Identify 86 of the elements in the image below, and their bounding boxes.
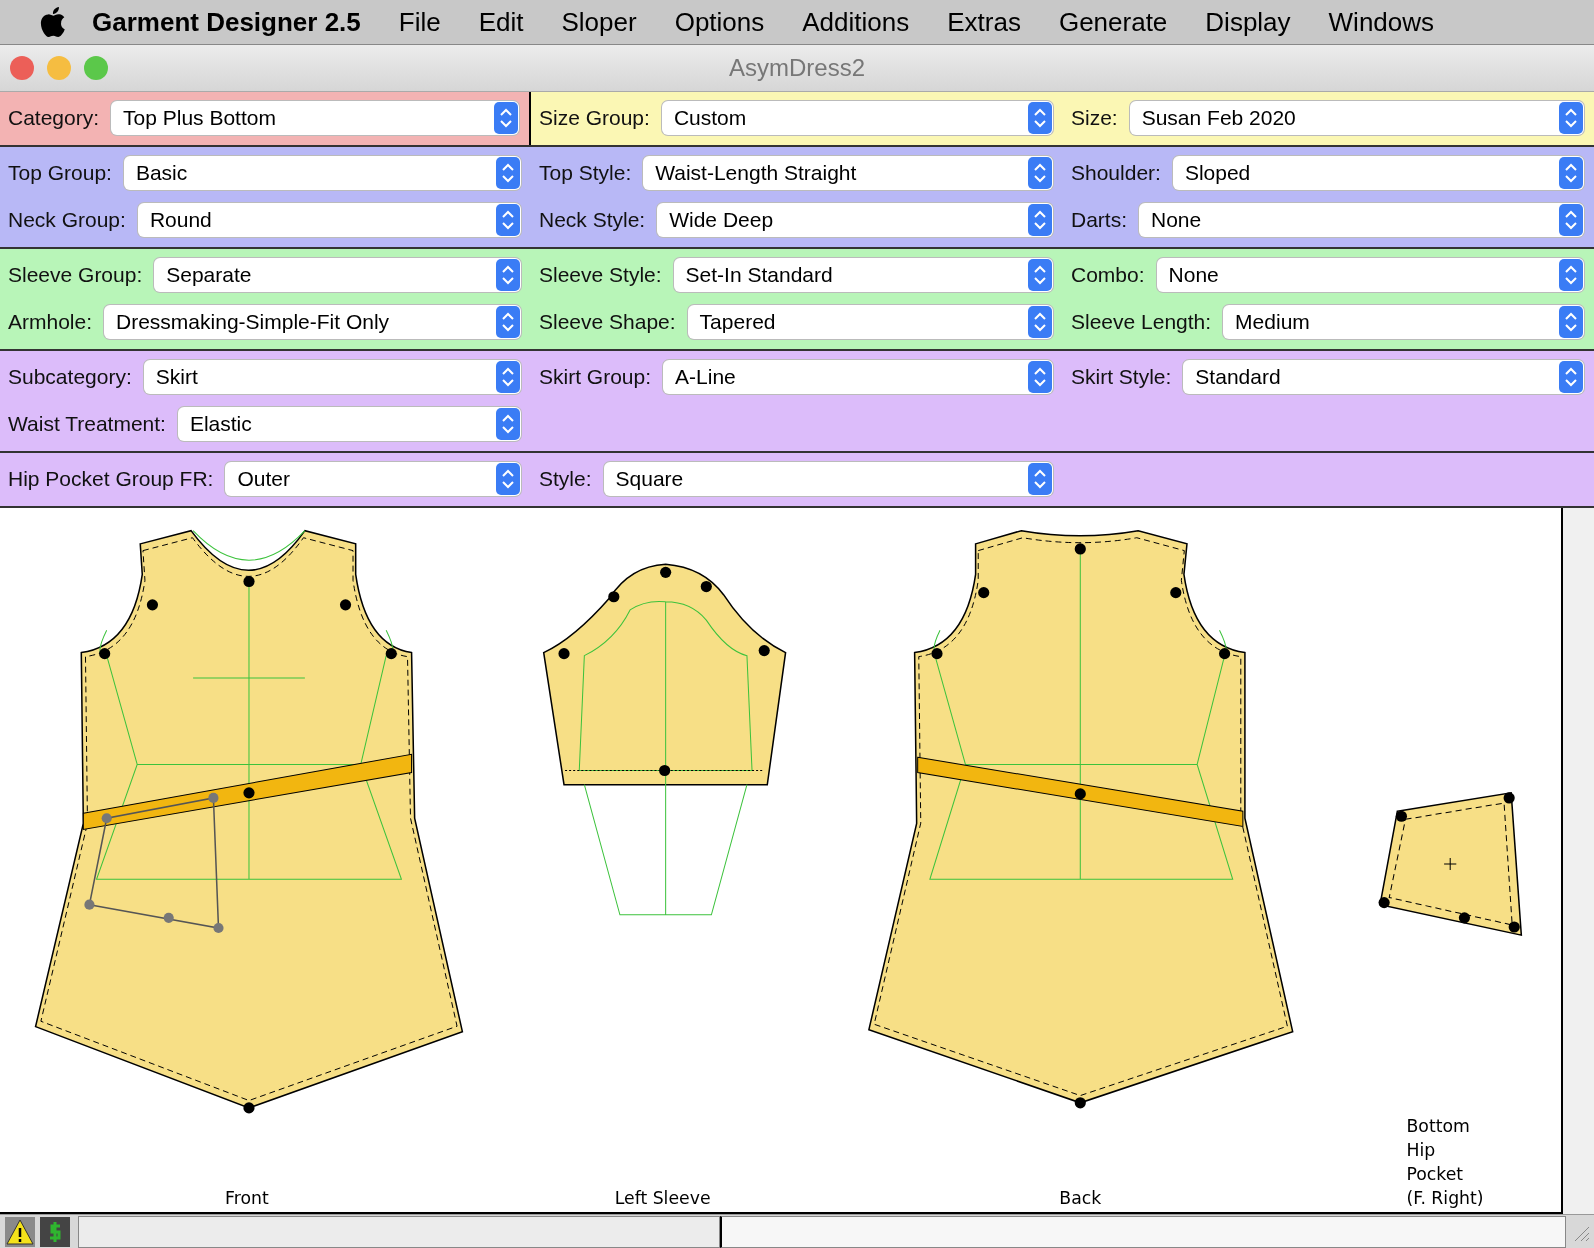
stepper-arrows-icon (496, 305, 520, 338)
field-label: Size: (1071, 105, 1118, 130)
stepper-arrows-icon (1559, 101, 1583, 134)
field-label: Sleeve Style: (539, 262, 662, 287)
stepper-arrows-icon (496, 203, 520, 236)
stepper-arrows-icon (1559, 258, 1583, 291)
menu-item[interactable]: Additions (802, 6, 910, 38)
field-label: Hip Pocket Group FR: (8, 466, 214, 491)
menu-item[interactable]: Display (1205, 6, 1291, 38)
pocket-pattern-drawing[interactable] (1378, 791, 1523, 937)
dropdown[interactable]: Basic (123, 155, 521, 190)
back-bodice-pattern-drawing[interactable] (868, 529, 1294, 1109)
stepper-arrows-icon (1028, 360, 1052, 393)
field-label: Category: (8, 105, 100, 130)
dropdown[interactable]: None (1139, 202, 1584, 237)
dropdown[interactable]: A-Line (663, 359, 1053, 394)
field-label: Skirt Style: (1071, 364, 1172, 389)
dropdown[interactable]: Wide Deep (657, 202, 1053, 237)
sleeve-pattern-drawing[interactable] (542, 563, 787, 916)
dollar-icon[interactable] (40, 1216, 70, 1247)
menu-item[interactable]: Extras (947, 6, 1021, 38)
stepper-arrows-icon (496, 407, 520, 440)
dropdown[interactable]: None (1156, 257, 1584, 292)
dropdown[interactable]: Dressmaking-Simple-Fit Only (104, 304, 521, 339)
dropdown[interactable]: Elastic (177, 406, 521, 441)
window-title: AsymDress2 (729, 54, 865, 82)
menu-item[interactable]: Sloper (561, 6, 637, 38)
field-label: Size Group: (539, 105, 650, 130)
stepper-arrows-icon (1559, 305, 1583, 338)
menu-item[interactable]: File (398, 6, 441, 38)
stepper-arrows-icon (1028, 462, 1052, 495)
field-label: Armhole: (8, 309, 93, 334)
dropdown[interactable]: Standard (1183, 359, 1584, 394)
field-label: Skirt Group: (539, 364, 652, 389)
field-label: Neck Style: (539, 207, 646, 232)
stepper-arrows-icon (1559, 156, 1583, 189)
field-label: Waist Treatment: (8, 411, 166, 436)
warning-icon[interactable] (5, 1216, 35, 1247)
dropdown[interactable]: Medium (1223, 304, 1584, 339)
apple-logo-icon[interactable] (40, 7, 66, 37)
field-label: Neck Group: (8, 207, 126, 232)
stepper-arrows-icon (1028, 101, 1052, 134)
field-label: Sleeve Group: (8, 262, 143, 287)
menu-item[interactable]: Edit (478, 6, 524, 38)
stepper-arrows-icon (494, 101, 518, 134)
menu-item[interactable]: Windows (1328, 6, 1435, 38)
field-label: Subcategory: (8, 364, 132, 389)
dropdown[interactable]: Skirt (143, 359, 521, 394)
stepper-arrows-icon (496, 258, 520, 291)
field-label: Top Style: (539, 160, 632, 185)
dropdown[interactable]: Waist-Length Straight (643, 155, 1053, 190)
field-label: Sleeve Length: (1071, 309, 1212, 334)
stepper-arrows-icon (1028, 258, 1052, 291)
close-button[interactable] (10, 56, 34, 80)
stepper-arrows-icon (1028, 156, 1052, 189)
dropdown[interactable]: Outer (225, 461, 521, 496)
field-label: Style: (539, 466, 592, 491)
dropdown[interactable]: Separate (154, 257, 521, 292)
field-label: Top Group: (8, 160, 112, 185)
dropdown[interactable]: Top Plus Bottom (111, 100, 519, 135)
piece-label: Left Sleeve (614, 1188, 711, 1209)
piece-label: Bottom Hip Pocket (F. Right) (1406, 1116, 1484, 1208)
front-bodice-pattern-drawing[interactable] (34, 529, 464, 1114)
stepper-arrows-icon (496, 156, 520, 189)
field-label: Combo: (1071, 262, 1145, 287)
stepper-arrows-icon (1559, 203, 1583, 236)
app-name[interactable]: Garment Designer 2.5 (92, 6, 361, 38)
menu-item[interactable]: Options (674, 6, 765, 38)
dropdown[interactable]: Custom (661, 100, 1053, 135)
stepper-arrows-icon (1028, 305, 1052, 338)
dropdown[interactable]: Round (137, 202, 521, 237)
stepper-arrows-icon (1559, 360, 1583, 393)
piece-label: Back (1059, 1188, 1102, 1209)
field-label: Shoulder: (1071, 160, 1161, 185)
dropdown[interactable]: Tapered (687, 304, 1053, 339)
field-label: Sleeve Shape: (539, 309, 676, 334)
piece-label: Front (225, 1188, 269, 1209)
stepper-arrows-icon (1028, 203, 1052, 236)
dropdown[interactable]: Susan Feb 2020 (1129, 100, 1584, 135)
dropdown[interactable]: Square (603, 461, 1053, 496)
stepper-arrows-icon (496, 360, 520, 393)
field-label: Darts: (1071, 207, 1127, 232)
menu-item[interactable]: Generate (1058, 6, 1168, 38)
stepper-arrows-icon (496, 462, 520, 495)
dropdown[interactable]: Set-In Standard (673, 257, 1053, 292)
dropdown[interactable]: Sloped (1172, 155, 1584, 190)
